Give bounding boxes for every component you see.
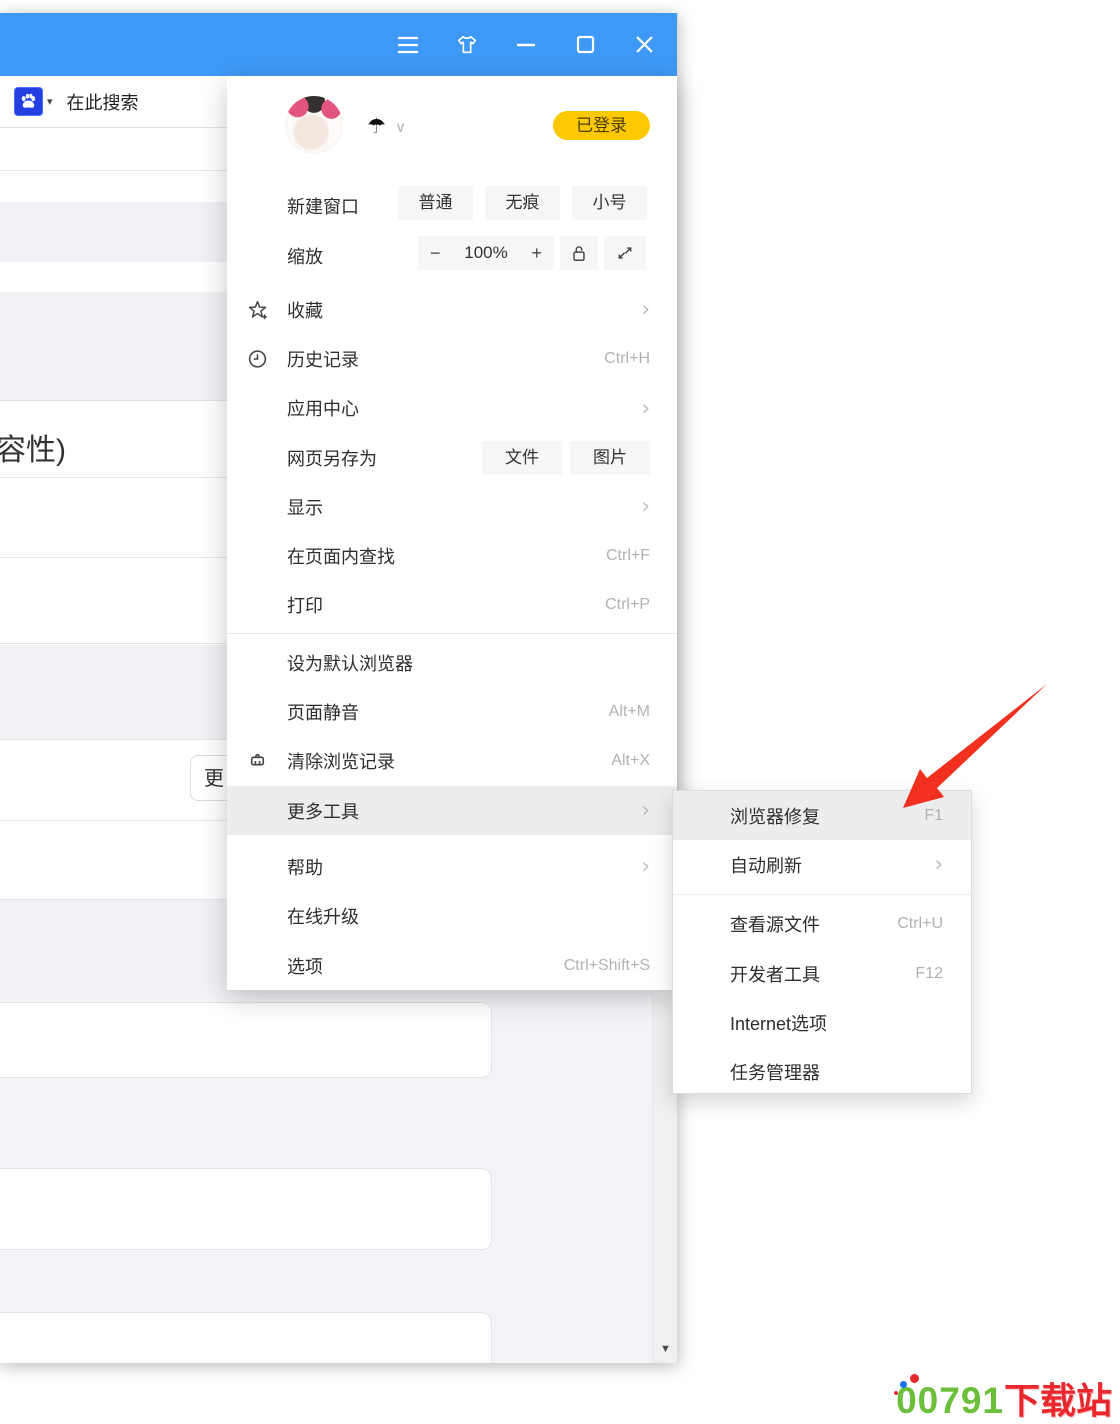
menu-item-help[interactable]: 帮助 ›: [227, 842, 677, 891]
site-watermark-logo: 00791下载站: [896, 1372, 1112, 1424]
close-button[interactable]: [633, 34, 655, 56]
menu-list: 收藏 › 历史记录 Ctrl+H 应用中心 › 网页另存为 文件 图片 显示 ›: [227, 285, 677, 990]
user-nickname[interactable]: ☂: [367, 114, 386, 139]
shortcut-label: Alt+X: [611, 752, 650, 770]
new-window-alt-button[interactable]: 小号: [572, 186, 647, 220]
submenu-item-task-manager[interactable]: 任务管理器: [673, 1047, 971, 1096]
shortcut-label: Ctrl+P: [605, 596, 650, 614]
zoom-label: 缩放: [287, 243, 323, 269]
menu-divider: [227, 633, 677, 634]
shortcut-label: Ctrl+U: [897, 915, 943, 933]
menu-item-history[interactable]: 历史记录 Ctrl+H: [227, 334, 677, 383]
zoom-in-button[interactable]: +: [531, 243, 542, 264]
menu-spacer: [227, 835, 677, 842]
zoom-value: 100%: [464, 243, 507, 263]
star-plus-icon: [247, 299, 268, 320]
menu-item-clear-history[interactable]: 清除浏览记录 Alt+X: [227, 737, 677, 786]
nickname-caret-icon[interactable]: ∨: [395, 118, 406, 136]
titlebar: [0, 13, 677, 76]
submenu-item-view-source[interactable]: 查看源文件 Ctrl+U: [673, 900, 971, 949]
zoom-lock-button[interactable]: [560, 236, 598, 270]
shortcut-label: F1: [924, 807, 943, 825]
shortcut-label: Ctrl+F: [606, 547, 650, 565]
shortcut-label: Ctrl+H: [604, 350, 650, 368]
page-input-box[interactable]: [0, 1002, 492, 1078]
logo-green-text: 00791: [896, 1380, 1004, 1421]
new-window-label: 新建窗口: [287, 193, 359, 219]
save-as-file-button[interactable]: 文件: [482, 441, 562, 475]
main-menu-icon[interactable]: [397, 34, 419, 56]
submenu-item-developer-tools[interactable]: 开发者工具 F12: [673, 949, 971, 998]
shortcut-label: F12: [915, 965, 943, 983]
menu-item-options[interactable]: 选项 Ctrl+Shift+S: [227, 941, 677, 990]
save-as-image-button[interactable]: 图片: [570, 441, 650, 475]
baidu-paw-icon[interactable]: [14, 87, 43, 116]
submenu-divider: [673, 894, 971, 895]
shortcut-label: Alt+M: [609, 703, 650, 721]
browser-main-menu: ☂ ∨ 已登录 新建窗口 普通 无痕 小号 缩放 − 100% + 收藏 › 历…: [227, 76, 677, 990]
chevron-right-icon: ›: [642, 856, 650, 877]
chevron-right-icon: ›: [642, 800, 650, 821]
menu-item-print[interactable]: 打印 Ctrl+P: [227, 581, 677, 630]
submenu-item-internet-options[interactable]: Internet选项: [673, 998, 971, 1047]
new-window-normal-button[interactable]: 普通: [398, 186, 473, 220]
scrollbar-down-arrow-icon[interactable]: ▼: [653, 1343, 678, 1355]
menu-item-set-default-browser[interactable]: 设为默认浏览器: [227, 638, 677, 687]
page-partial-text: 容性): [0, 425, 66, 469]
page-input-box[interactable]: [0, 1312, 492, 1363]
clock-icon: [247, 348, 268, 369]
menu-item-online-upgrade[interactable]: 在线升级: [227, 892, 677, 941]
shortcut-label: Ctrl+Shift+S: [564, 957, 650, 975]
search-placeholder-text: 在此搜索: [67, 89, 139, 115]
more-tools-submenu: 浏览器修复 F1 自动刷新 › 查看源文件 Ctrl+U 开发者工具 F12 I…: [672, 790, 972, 1094]
chevron-right-icon: ›: [642, 299, 650, 320]
search-engine-caret-icon[interactable]: ▾: [47, 95, 53, 108]
chevron-right-icon: ›: [935, 854, 943, 875]
clean-brush-icon: [247, 751, 268, 772]
logo-red-text: 下载站: [1004, 1380, 1112, 1421]
menu-item-mute-page[interactable]: 页面静音 Alt+M: [227, 687, 677, 736]
submenu-item-auto-refresh[interactable]: 自动刷新 ›: [673, 840, 971, 889]
skin-shirt-icon[interactable]: [456, 34, 478, 56]
submenu-item-browser-repair[interactable]: 浏览器修复 F1: [673, 791, 971, 840]
chevron-right-icon: ›: [642, 398, 650, 419]
menu-item-display[interactable]: 显示 ›: [227, 482, 677, 531]
chevron-right-icon: ›: [642, 496, 650, 517]
zoom-out-button[interactable]: −: [430, 243, 441, 264]
menu-item-find-in-page[interactable]: 在页面内查找 Ctrl+F: [227, 531, 677, 580]
menu-item-save-page-as[interactable]: 网页另存为 文件 图片: [227, 433, 677, 482]
maximize-button[interactable]: [574, 34, 596, 56]
menu-item-favorites[interactable]: 收藏 ›: [227, 285, 677, 334]
user-avatar[interactable]: [285, 96, 343, 154]
fullscreen-button[interactable]: [604, 236, 646, 270]
new-window-incognito-button[interactable]: 无痕: [485, 186, 560, 220]
menu-item-app-center[interactable]: 应用中心 ›: [227, 384, 677, 433]
minimize-button[interactable]: [515, 34, 537, 56]
zoom-control: − 100% +: [418, 236, 554, 270]
menu-item-more-tools[interactable]: 更多工具 ›: [227, 786, 677, 835]
page-input-box[interactable]: [0, 1168, 492, 1250]
login-status-badge[interactable]: 已登录: [553, 111, 650, 140]
